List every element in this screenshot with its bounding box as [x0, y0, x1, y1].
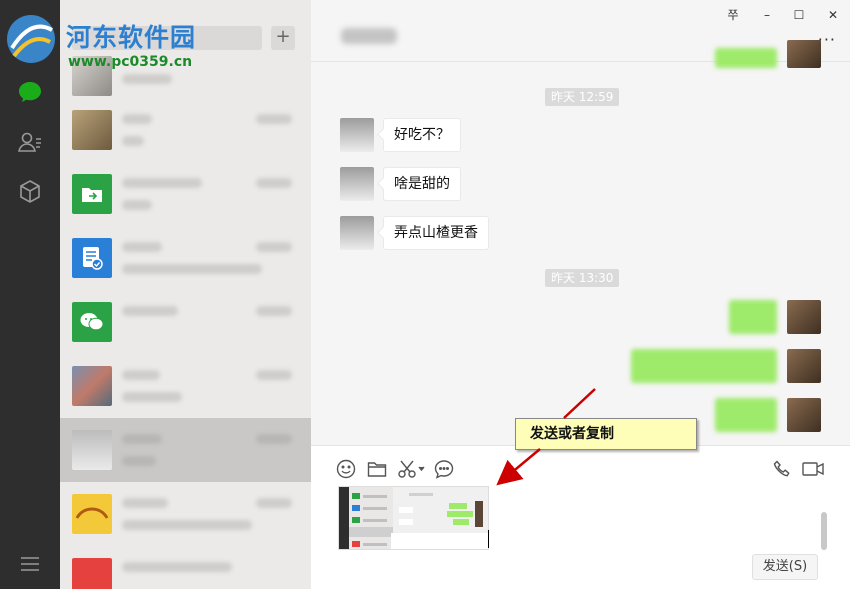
avatar — [340, 167, 374, 201]
folder-icon[interactable] — [366, 458, 388, 480]
file-transfer-icon — [72, 174, 112, 214]
outgoing-bubble — [715, 48, 777, 68]
chat-list-item[interactable] — [60, 98, 311, 162]
incoming-message: 啥是甜的 — [383, 167, 461, 201]
avatar — [787, 40, 821, 68]
avatar — [72, 110, 112, 150]
text-caret — [488, 530, 489, 548]
wechat-icon — [72, 302, 112, 342]
sticker-avatar — [72, 494, 112, 534]
outgoing-bubble — [631, 349, 777, 383]
pin-button[interactable]: 쭈 — [723, 6, 743, 24]
menu-icon[interactable] — [16, 550, 44, 578]
chat-history-icon[interactable] — [433, 458, 455, 480]
annotation-callout: 发送或者复制 — [515, 418, 697, 450]
video-call-icon[interactable] — [801, 458, 825, 480]
sidebar-rail — [0, 0, 60, 589]
chat-panel: 쭈 – ☐ ✕ ··· 昨天 12:59 好吃不？ 啥是甜的 弄点山楂更香 昨天… — [311, 0, 850, 589]
chat-list: + — [60, 0, 311, 589]
outgoing-bubble — [729, 300, 777, 334]
pasted-screenshot-thumbnail[interactable] — [338, 486, 489, 550]
timestamp: 昨天 13:30 — [545, 269, 620, 287]
avatar — [787, 398, 821, 432]
input-area: 发送(S) — [311, 445, 850, 589]
close-button[interactable]: ✕ — [823, 6, 843, 24]
chat-icon[interactable] — [16, 78, 44, 106]
timestamp: 昨天 12:59 — [545, 88, 620, 106]
chat-list-item-selected[interactable] — [60, 418, 311, 482]
avatar — [787, 300, 821, 334]
send-button[interactable]: 发送(S) — [752, 554, 818, 580]
avatar — [340, 216, 374, 250]
emoji-icon[interactable] — [335, 458, 357, 480]
voice-call-icon[interactable] — [771, 458, 793, 480]
maximize-button[interactable]: ☐ — [789, 6, 809, 24]
red-avatar — [72, 558, 112, 589]
incoming-message: 弄点山楂更香 — [383, 216, 489, 250]
avatar — [787, 349, 821, 383]
chat-list-item[interactable] — [60, 546, 311, 589]
group-avatar — [72, 366, 112, 406]
chat-title — [341, 28, 397, 44]
minimize-button[interactable]: – — [757, 6, 777, 24]
chat-list-item[interactable] — [60, 226, 311, 290]
chat-list-item[interactable] — [60, 354, 311, 418]
scissors-icon[interactable] — [397, 458, 427, 480]
subscription-icon — [72, 238, 112, 278]
input-scrollbar[interactable] — [821, 512, 827, 550]
avatar — [72, 56, 112, 96]
incoming-message: 好吃不？ — [383, 118, 461, 152]
avatar — [72, 430, 112, 470]
chat-list-item[interactable] — [60, 162, 311, 226]
outgoing-bubble — [715, 398, 777, 432]
contacts-icon[interactable] — [16, 128, 44, 156]
chat-list-item[interactable] — [60, 482, 311, 546]
chat-list-item[interactable] — [60, 290, 311, 354]
favorites-icon[interactable] — [16, 178, 44, 206]
avatar — [340, 118, 374, 152]
